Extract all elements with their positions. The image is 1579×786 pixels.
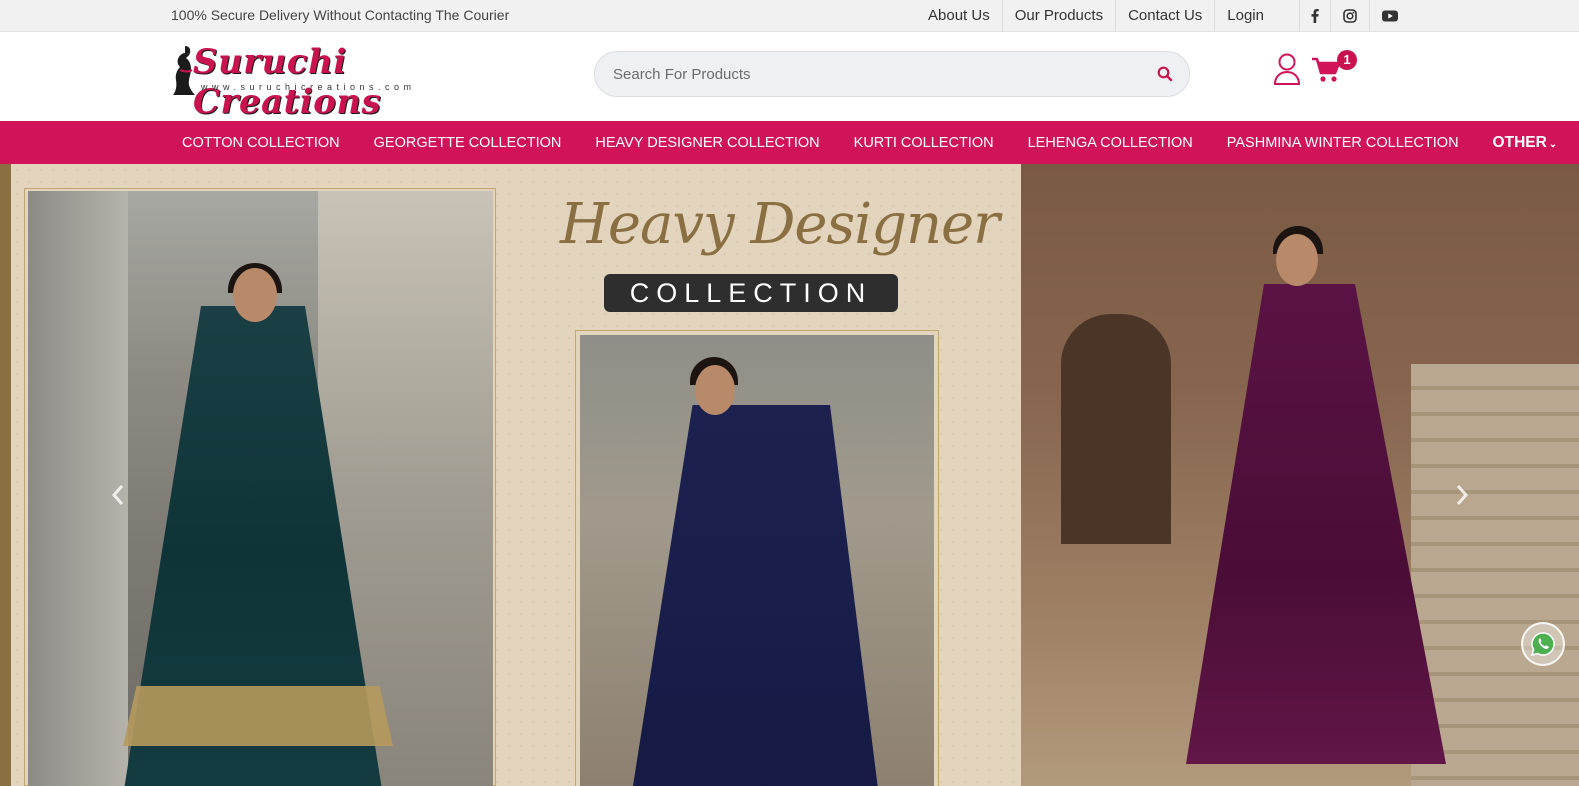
youtube-icon[interactable] (1370, 0, 1409, 32)
top-links: About Us Our Products Contact Us Login (916, 0, 1276, 32)
nav-other-dropdown[interactable]: OTHER ⌄ (1476, 134, 1575, 152)
search-input[interactable] (613, 52, 1133, 96)
model-face (695, 365, 735, 415)
gold-hem (123, 686, 393, 746)
model-photo-teal-gown (28, 191, 493, 786)
slider-next-button[interactable] (1447, 475, 1477, 515)
chevron-right-icon (1456, 485, 1469, 505)
search-icon[interactable] (1157, 66, 1173, 87)
nav-heavy-designer-collection[interactable]: HEAVY DESIGNER COLLECTION (578, 135, 836, 151)
brand-url: www.suruchicreations.com (201, 82, 416, 92)
our-products-link[interactable]: Our Products (1003, 0, 1117, 32)
nav-lehenga-collection[interactable]: LEHENGA COLLECTION (1011, 135, 1210, 151)
search-bar (594, 51, 1190, 97)
model-photo-navy-suit (580, 335, 934, 786)
delivery-notice: 100% Secure Delivery Without Contacting … (171, 7, 510, 23)
model-photo-maroon-gown (1021, 164, 1579, 786)
model-face (233, 268, 277, 322)
chevron-down-icon: ⌄ (1548, 138, 1558, 150)
nav-pashmina-winter-collection[interactable]: PASHMINA WINTER COLLECTION (1210, 135, 1476, 151)
whatsapp-icon (1530, 632, 1555, 657)
site-logo[interactable]: Suruchi Creations www.suruchicreations.c… (171, 42, 471, 122)
banner-subtitle: COLLECTION (604, 274, 898, 312)
temple-window (1061, 314, 1171, 544)
nav-georgette-collection[interactable]: GEORGETTE COLLECTION (357, 135, 579, 151)
facebook-icon[interactable] (1299, 0, 1331, 32)
navy-suit (630, 405, 880, 786)
login-link[interactable]: Login (1215, 0, 1276, 32)
top-bar: 100% Secure Delivery Without Contacting … (0, 0, 1579, 32)
social-links (1299, 0, 1409, 32)
model-face (1276, 234, 1318, 286)
banner-title: Heavy Designer (560, 192, 1000, 257)
about-us-link[interactable]: About Us (916, 0, 1003, 32)
nav-other-label: OTHER (1492, 133, 1547, 151)
nav-kurti-collection[interactable]: KURTI COLLECTION (837, 135, 1011, 151)
user-icon[interactable] (1273, 53, 1301, 90)
whatsapp-chat-button[interactable] (1521, 622, 1565, 666)
nav-cotton-collection[interactable]: COTTON COLLECTION (165, 135, 357, 151)
cart-count-badge: 1 (1337, 50, 1357, 70)
banner-left-strip (0, 164, 11, 786)
chevron-left-icon (111, 485, 124, 505)
main-nav: COTTON COLLECTION GEORGETTE COLLECTION H… (0, 121, 1579, 164)
instagram-icon[interactable] (1331, 0, 1370, 32)
contact-us-link[interactable]: Contact Us (1116, 0, 1216, 32)
slider-prev-button[interactable] (103, 475, 133, 515)
maroon-gown (1186, 284, 1446, 764)
